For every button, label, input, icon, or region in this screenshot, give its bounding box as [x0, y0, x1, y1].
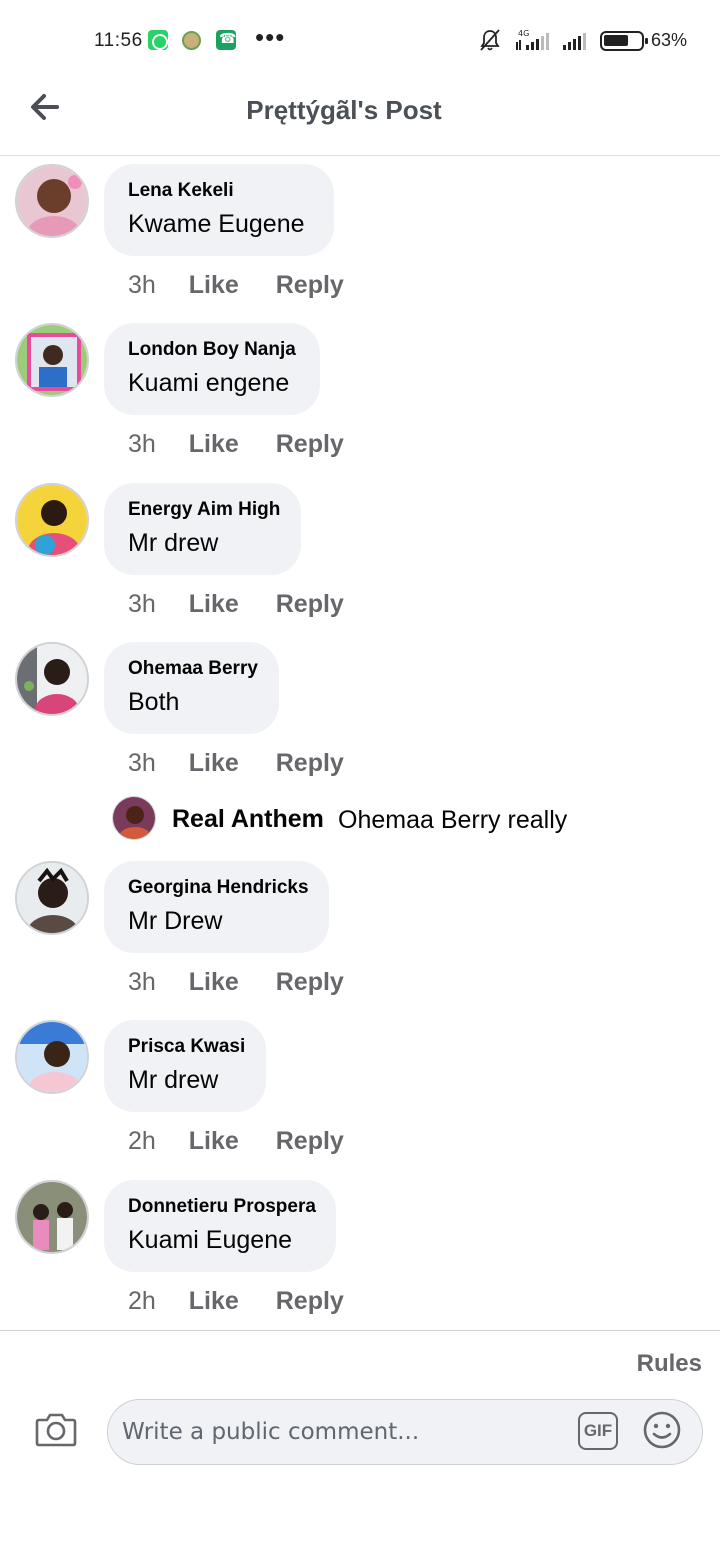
avatar[interactable] — [15, 1020, 89, 1094]
battery-icon — [600, 31, 648, 51]
like-button[interactable]: Like — [189, 590, 239, 618]
comment-bubble[interactable]: London Boy Nanja Kuami engene — [104, 323, 320, 415]
comment-meta: 3h Like Reply — [128, 968, 344, 997]
reply-button[interactable]: Reply — [276, 1127, 344, 1155]
comment-bubble[interactable]: Donnetieru Prospera Kuami Eugene — [104, 1180, 336, 1272]
comment-time: 3h — [128, 968, 156, 996]
avatar[interactable] — [15, 642, 89, 716]
comment-text: Kuami engene — [128, 369, 290, 397]
comment-bubble[interactable]: Prisca Kwasi Mr drew — [104, 1020, 266, 1112]
like-button[interactable]: Like — [189, 1127, 239, 1155]
comment-time: 3h — [128, 430, 156, 458]
avatar[interactable] — [15, 483, 89, 557]
comment-meta: 2h Like Reply — [128, 1287, 344, 1316]
status-bar: 11:56 ••• 4G 63% — [0, 0, 720, 80]
comment-bubble[interactable]: Energy Aim High Mr drew — [104, 483, 301, 575]
comment-bubble[interactable]: Ohemaa Berry Both — [104, 642, 279, 734]
signal-icon: 4G — [516, 29, 549, 50]
gif-button[interactable]: GIF — [578, 1412, 618, 1450]
comment-author[interactable]: Lena Kekeli — [128, 180, 310, 202]
more-dots-icon: ••• — [255, 22, 286, 52]
rules-link[interactable]: Rules — [637, 1350, 702, 1378]
smiley-icon[interactable] — [642, 1410, 682, 1450]
status-time: 11:56 — [94, 30, 143, 51]
like-button[interactable]: Like — [189, 430, 239, 458]
like-button[interactable]: Like — [189, 1287, 239, 1315]
camera-icon[interactable] — [35, 1411, 77, 1447]
app-icon — [182, 31, 201, 50]
comment-meta: 3h Like Reply — [128, 749, 344, 778]
comment-meta: 3h Like Reply — [128, 430, 344, 459]
avatar[interactable] — [15, 1180, 89, 1254]
comment-text: Mr drew — [128, 1066, 219, 1094]
comment-meta: 2h Like Reply — [128, 1127, 344, 1156]
comment-time: 2h — [128, 1127, 156, 1155]
reply-button[interactable]: Reply — [276, 1287, 344, 1315]
comment-author[interactable]: Energy Aim High — [128, 499, 280, 521]
phone-icon — [216, 30, 236, 50]
like-button[interactable]: Like — [189, 968, 239, 996]
bell-muted-icon — [480, 29, 500, 51]
comment-meta: 3h Like Reply — [128, 590, 344, 619]
comment-author[interactable]: Ohemaa Berry — [128, 658, 258, 680]
comment-time: 3h — [128, 749, 156, 777]
comment-time: 2h — [128, 1287, 156, 1315]
comment-time: 3h — [128, 590, 156, 618]
reply-button[interactable]: Reply — [276, 749, 344, 777]
reply-text: Ohemaa Berry really — [338, 806, 568, 834]
reply-button[interactable]: Reply — [276, 430, 344, 458]
comment-text: Mr Drew — [128, 907, 223, 935]
avatar[interactable] — [15, 164, 89, 238]
signal-icon — [563, 33, 586, 50]
post-header: Pręttýgãl's Post — [0, 80, 720, 156]
reply-button[interactable]: Reply — [276, 271, 344, 299]
comment-text: Kuami Eugene — [128, 1226, 293, 1254]
page-title: Pręttýgãl's Post — [246, 95, 442, 125]
avatar[interactable] — [112, 796, 156, 840]
battery-percent: 63% — [651, 30, 688, 50]
comment-input-box: GIF — [107, 1399, 703, 1465]
comment-text: Mr drew — [128, 529, 219, 557]
reply-author[interactable]: Real Anthem — [172, 805, 324, 834]
comment-author[interactable]: Prisca Kwasi — [128, 1036, 245, 1058]
reply-button[interactable]: Reply — [276, 590, 344, 618]
comment-author[interactable]: Georgina Hendricks — [128, 877, 309, 899]
comment-text: Kwame Eugene — [128, 210, 305, 238]
comment-input[interactable] — [122, 1410, 562, 1454]
avatar[interactable] — [15, 323, 89, 397]
comment-bubble[interactable]: Georgina Hendricks Mr Drew — [104, 861, 329, 953]
whatsapp-icon — [148, 30, 168, 50]
comment-meta: 3h Like Reply — [128, 271, 344, 300]
avatar[interactable] — [15, 861, 89, 935]
like-button[interactable]: Like — [189, 271, 239, 299]
like-button[interactable]: Like — [189, 749, 239, 777]
comment-time: 3h — [128, 271, 156, 299]
svg-text:4G: 4G — [518, 29, 529, 38]
reply-button[interactable]: Reply — [276, 968, 344, 996]
comment-bubble[interactable]: Lena Kekeli Kwame Eugene — [104, 164, 334, 256]
comment-author[interactable]: Donnetieru Prospera — [128, 1196, 316, 1218]
comment-composer: Rules GIF — [0, 1330, 720, 1560]
comment-text: Both — [128, 688, 180, 716]
comment-author[interactable]: London Boy Nanja — [128, 339, 296, 361]
